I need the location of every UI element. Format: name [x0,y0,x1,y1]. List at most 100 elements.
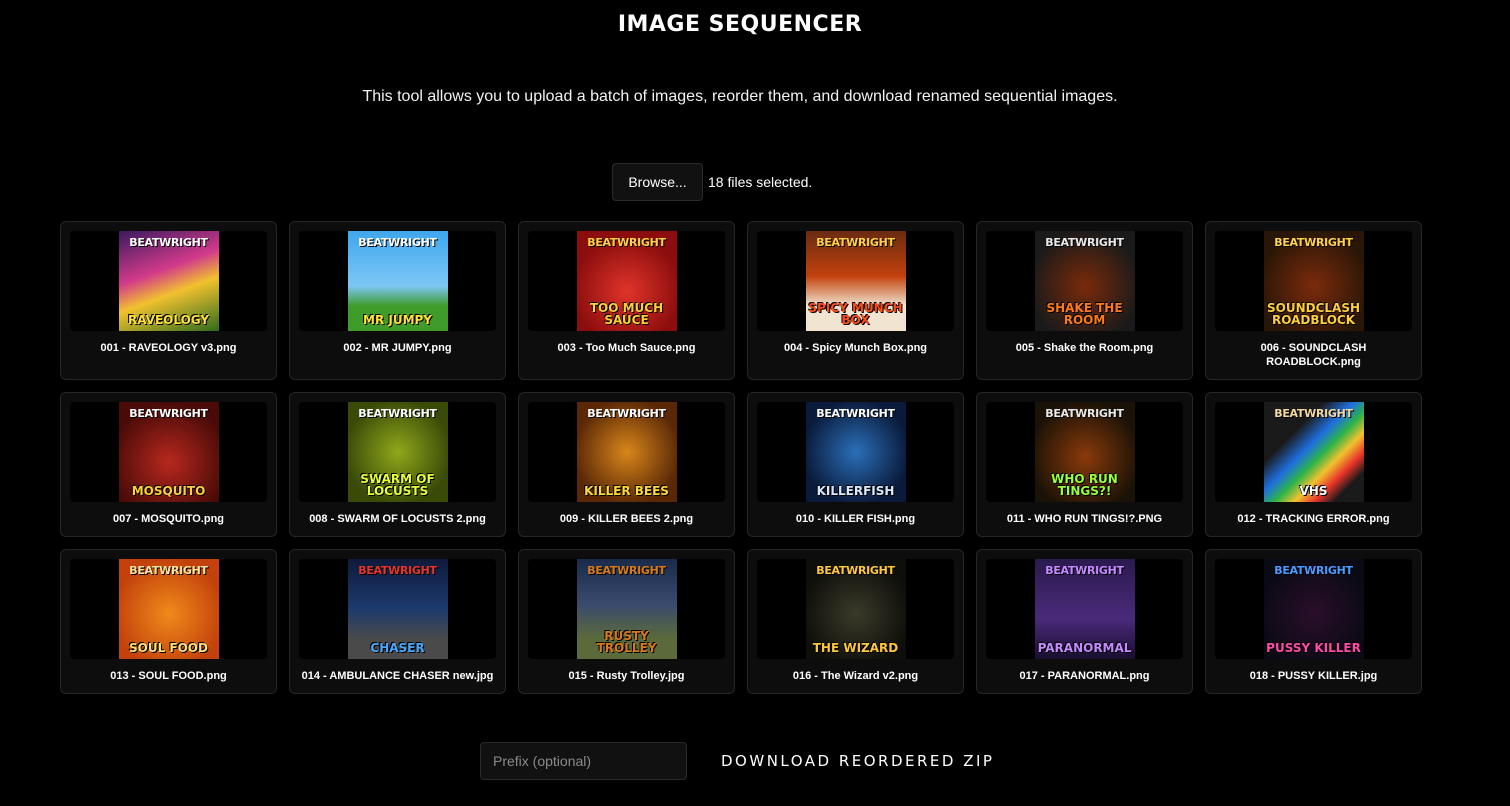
thumbnail-brand-text: BEATWRIGHT [587,236,666,249]
thumbnail-frame: BEATWRIGHT KILLER BEES [528,402,725,502]
image-filename: 010 - KILLER FISH.png [795,513,916,525]
thumbnail-title-text: SOUL FOOD [129,641,208,656]
thumbnail-frame: BEATWRIGHT KILLERFISH [757,402,954,502]
image-card[interactable]: BEATWRIGHT SOUNDCLASH ROADBLOCK 006 - SOUN… [1205,221,1422,380]
image-thumbnail: BEATWRIGHT PARANORMAL [1034,559,1135,659]
image-thumbnail: BEATWRIGHT CHASER [347,559,448,659]
image-filename: 006 - SOUNDCLASH ROADBLOCK.png [1260,342,1367,368]
image-filename: 013 - SOUL FOOD.png [110,670,227,682]
thumbnail-title-text: SHAKE THE ROOM [1046,300,1123,328]
thumbnail-title-text: Pussy Killer [1266,641,1361,656]
thumbnail-frame: BEATWRIGHT SOUL FOOD [70,559,267,659]
image-card[interactable]: BEATWRIGHT TOO MUCH SAUCE 003 - Too Much S… [518,221,735,380]
image-filename: 009 - KILLER BEES 2.png [559,513,694,525]
image-grid: BEATWRIGHT RAVEOLOGY 001 - RAVEOLOGY v3.pn… [60,221,1422,694]
thumbnail-frame: BEATWRIGHT CHASER [299,559,496,659]
thumbnail-title-text: VHS [1299,484,1328,499]
image-card[interactable]: BEATWRIGHT PARANORMAL 017 - PARANORMAL.png [976,549,1193,694]
image-filename: 011 - WHO RUN TINGS!?.PNG [1006,513,1163,525]
thumbnail-frame: BEATWRIGHT SWARM OF LOCUSTS [299,402,496,502]
thumbnail-title-text: PARANORMAL [1037,641,1132,656]
thumbnail-frame: BEATWRIGHT TOO MUCH SAUCE [528,231,725,331]
file-selection-status: 18 files selected. [708,174,813,190]
image-thumbnail: BEATWRIGHT MOSQUITO [118,402,219,502]
image-thumbnail: BEATWRIGHT TOO MUCH SAUCE [576,231,677,331]
thumbnail-brand-text: BEATWRIGHT [358,407,437,420]
image-filename: 017 - PARANORMAL.png [1019,670,1150,682]
image-card[interactable]: BEATWRIGHT MOSQUITO 007 - MOSQUITO.png [60,392,277,537]
thumbnail-brand-text: BEATWRIGHT [358,236,437,249]
image-card[interactable]: BEATWRIGHT KILLERFISH 010 - KILLER FISH.pn… [747,392,964,537]
image-thumbnail: BEATWRIGHT VHS [1263,402,1364,502]
thumbnail-frame: BEATWRIGHT PARANORMAL [986,559,1183,659]
image-thumbnail: BEATWRIGHT SOUL FOOD [118,559,219,659]
image-card[interactable]: BEATWRIGHT MR JUMPY 002 - MR JUMPY.png [289,221,506,380]
thumbnail-frame: BEATWRIGHT VHS [1215,402,1412,502]
image-filename: 003 - Too Much Sauce.png [557,342,696,354]
image-card[interactable]: BEATWRIGHT WHO RUN TINGS?! 011 - WHO RUN T… [976,392,1193,537]
thumbnail-frame: BEATWRIGHT Pussy Killer [1215,559,1412,659]
image-card[interactable]: BEATWRIGHT RAVEOLOGY 001 - RAVEOLOGY v3.pn… [60,221,277,380]
image-thumbnail: BEATWRIGHT SWARM OF LOCUSTS [347,402,448,502]
image-thumbnail: BEATWRIGHT Pussy Killer [1263,559,1364,659]
thumbnail-brand-text: BEATWRIGHT [816,407,895,420]
image-card[interactable]: BEATWRIGHT RUSTY TROLLEY 015 - Rusty Troll… [518,549,735,694]
image-thumbnail: BEATWRIGHT RUSTY TROLLEY [576,559,677,659]
image-card[interactable]: BEATWRIGHT CHASER 014 - AMBULANCE CHASER n… [289,549,506,694]
image-thumbnail: BEATWRIGHT SHAKE THE ROOM [1034,231,1135,331]
image-thumbnail: BEATWRIGHT WHO RUN TINGS?! [1034,402,1135,502]
image-filename: 018 - PUSSY KILLER.jpg [1249,670,1378,682]
image-card[interactable]: BEATWRIGHT SHAKE THE ROOM 005 - Shake the … [976,221,1193,380]
thumbnail-title-text: SWARM OF LOCUSTS [360,471,435,499]
thumbnail-title-text: TOO MUCH SAUCE [589,300,664,328]
thumbnail-brand-text: BEATWRIGHT [816,236,895,249]
image-card[interactable]: BEATWRIGHT SOUL FOOD 013 - SOUL FOOD.png [60,549,277,694]
image-filename: 015 - Rusty Trolley.jpg [568,670,685,682]
upload-control: Browse... 18 files selected. [612,163,812,201]
image-filename: 002 - MR JUMPY.png [343,342,452,354]
thumbnail-title-text: MR JUMPY [363,313,432,328]
download-zip-button[interactable]: DOWNLOAD REORDERED ZIP [721,752,994,770]
thumbnail-title-text: RAVEOLOGY [127,313,210,328]
image-card[interactable]: BEATWRIGHT VHS 012 - TRACKING ERROR.png [1205,392,1422,537]
thumbnail-brand-text: BEATWRIGHT [816,564,895,577]
image-filename: 001 - RAVEOLOGY v3.png [100,342,237,354]
thumbnail-title-text: CHASER [370,641,425,656]
image-card[interactable]: BEATWRIGHT Pussy Killer 018 - PUSSY KILLER… [1205,549,1422,694]
thumbnail-frame: BEATWRIGHT RUSTY TROLLEY [528,559,725,659]
thumbnail-frame: BEATWRIGHT SPICY MUNCH BOX [757,231,954,331]
thumbnail-title-text: SPICY MUNCH BOX [808,300,903,328]
thumbnail-brand-text: BEATWRIGHT [1274,564,1353,577]
thumbnail-brand-text: BEATWRIGHT [1045,236,1124,249]
thumbnail-brand-text: BEATWRIGHT [358,564,437,577]
thumbnail-brand-text: BEATWRIGHT [1045,564,1124,577]
image-thumbnail: BEATWRIGHT KILLER BEES [576,402,677,502]
thumbnail-brand-text: BEATWRIGHT [587,564,666,577]
thumbnail-brand-text: BEATWRIGHT [587,407,666,420]
download-controls: DOWNLOAD REORDERED ZIP [480,742,994,780]
image-card[interactable]: BEATWRIGHT THE WIZARD 016 - The Wizard v2.… [747,549,964,694]
image-card[interactable]: BEATWRIGHT KILLER BEES 009 - KILLER BEES 2… [518,392,735,537]
image-thumbnail: BEATWRIGHT SPICY MUNCH BOX [805,231,906,331]
thumbnail-frame: BEATWRIGHT THE WIZARD [757,559,954,659]
page-description: This tool allows you to upload a batch o… [362,88,1118,105]
image-thumbnail: BEATWRIGHT SOUNDCLASH ROADBLOCK [1263,231,1364,331]
image-card[interactable]: BEATWRIGHT SWARM OF LOCUSTS 008 - SWARM OF… [289,392,506,537]
image-card[interactable]: BEATWRIGHT SPICY MUNCH BOX 004 - Spicy Mun… [747,221,964,380]
image-thumbnail: BEATWRIGHT THE WIZARD [805,559,906,659]
thumbnail-title-text: RUSTY TROLLEY [596,628,657,656]
thumbnail-frame: BEATWRIGHT SHAKE THE ROOM [986,231,1183,331]
thumbnail-title-text: WHO RUN TINGS?! [1051,471,1118,499]
thumbnail-brand-text: BEATWRIGHT [129,407,208,420]
browse-button[interactable]: Browse... [612,163,703,201]
image-thumbnail: BEATWRIGHT KILLERFISH [805,402,906,502]
thumbnail-title-text: MOSQUITO [131,484,206,499]
thumbnail-brand-text: BEATWRIGHT [1045,407,1124,420]
thumbnail-title-text: KILLER BEES [584,484,669,499]
thumbnail-brand-text: BEATWRIGHT [1274,236,1353,249]
image-filename: 012 - TRACKING ERROR.png [1237,513,1390,525]
prefix-input[interactable] [480,742,687,780]
thumbnail-frame: BEATWRIGHT WHO RUN TINGS?! [986,402,1183,502]
image-filename: 016 - The Wizard v2.png [792,670,919,682]
image-thumbnail: BEATWRIGHT MR JUMPY [347,231,448,331]
